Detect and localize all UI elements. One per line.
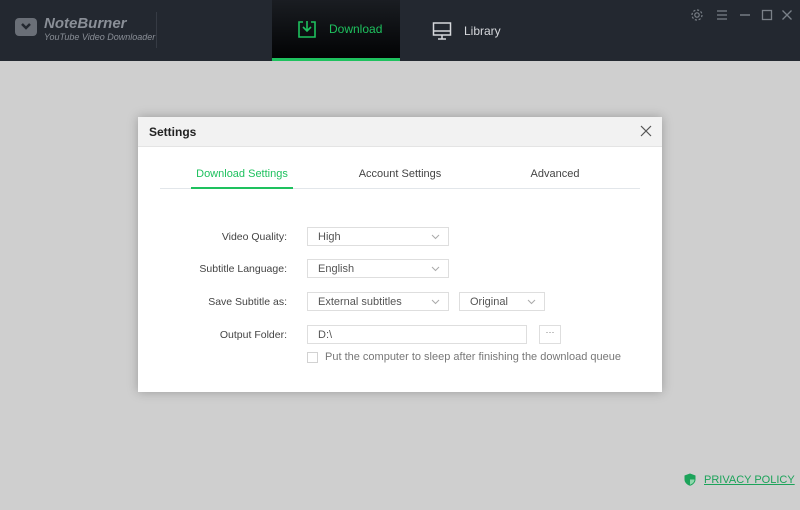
shield-icon (684, 473, 696, 486)
tab-download[interactable]: Download (272, 0, 400, 61)
subtitle-language-select[interactable]: English (307, 259, 449, 278)
app-name: NoteBurner (44, 15, 127, 32)
settings-dialog: Settings Download Settings Account Setti… (138, 117, 662, 392)
settings-tabs: Download Settings Account Settings Advan… (160, 161, 640, 189)
divider (156, 12, 157, 48)
subtitle-language-label: Subtitle Language: (199, 263, 287, 275)
output-folder-label: Output Folder: (219, 329, 287, 341)
tab-library-label: Library (464, 23, 501, 38)
minimize-icon[interactable] (738, 8, 752, 22)
video-quality-select[interactable]: High (307, 227, 449, 246)
brand: NoteBurner YouTube Video Downloader (44, 15, 155, 43)
privacy-policy-label: PRIVACY POLICY (704, 473, 795, 486)
video-quality-label: Video Quality: (221, 231, 287, 243)
tab-account-settings[interactable]: Account Settings (350, 168, 450, 189)
close-icon[interactable] (780, 8, 794, 22)
menu-icon[interactable] (715, 8, 729, 22)
privacy-policy-link[interactable]: PRIVACY POLICY (684, 473, 795, 486)
title-bar: NoteBurner YouTube Video Downloader Down… (0, 0, 800, 61)
chevron-down-icon (527, 299, 536, 305)
tab-download-label: Download (329, 22, 383, 36)
chevron-down-icon (431, 299, 440, 305)
app-subtitle: YouTube Video Downloader (44, 32, 156, 42)
sleep-checkbox-label[interactable]: Put the computer to sleep after finishin… (325, 351, 621, 363)
subtitle-format-value: Original (470, 296, 508, 308)
gear-icon[interactable] (690, 8, 704, 22)
save-subtitle-label: Save Subtitle as: (208, 296, 287, 308)
tab-download-settings[interactable]: Download Settings (191, 168, 293, 189)
dialog-title: Settings (149, 125, 197, 139)
download-icon (298, 21, 316, 38)
dialog-close-icon[interactable] (640, 125, 652, 137)
save-subtitle-select[interactable]: External subtitles (307, 292, 449, 311)
tab-advanced[interactable]: Advanced (520, 168, 590, 189)
save-subtitle-value: External subtitles (318, 296, 402, 308)
chevron-down-icon (431, 234, 440, 240)
chevron-down-icon (431, 266, 440, 272)
video-quality-value: High (318, 231, 341, 243)
output-folder-input[interactable]: D:\ (307, 325, 527, 344)
sleep-checkbox[interactable] (307, 352, 318, 363)
tab-library[interactable]: Library (400, 0, 528, 61)
dialog-header: Settings (138, 117, 662, 147)
noteburner-logo-icon (15, 18, 37, 36)
monitor-icon (432, 21, 452, 40)
subtitle-format-select[interactable]: Original (459, 292, 545, 311)
maximize-icon[interactable] (760, 8, 774, 22)
browse-folder-button[interactable]: ··· (539, 325, 561, 344)
subtitle-language-value: English (318, 263, 355, 275)
